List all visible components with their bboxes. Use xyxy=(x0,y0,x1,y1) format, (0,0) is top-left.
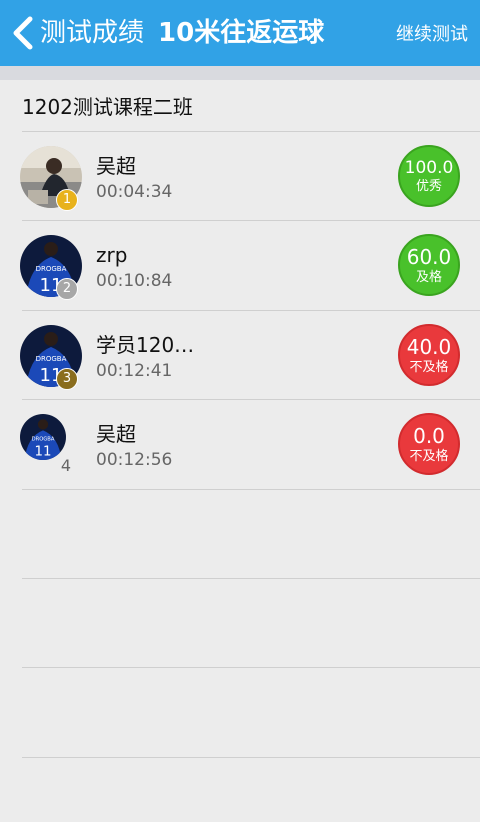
page-title-text: 测试成绩 xyxy=(40,18,145,48)
score-value: 40.0 xyxy=(406,335,452,359)
result-time: 00:12:56 xyxy=(96,450,173,470)
score-value: 0.0 xyxy=(413,424,445,448)
student-name: 学员120… xyxy=(96,333,195,357)
rank-badge: 4 xyxy=(60,456,72,475)
svg-text:11: 11 xyxy=(35,445,52,460)
page-title: 测试成绩 10米往返运球 xyxy=(40,15,324,51)
grade-label: 优秀 xyxy=(415,179,442,194)
student-name: 吴超 xyxy=(96,154,136,178)
score-badge: 0.0 不及格 xyxy=(398,413,460,475)
class-name-label: 1202测试课程二班 xyxy=(22,95,193,119)
result-row[interactable]: 1 吴超 00:04:34 100.0 优秀 xyxy=(0,132,480,220)
result-row[interactable]: DROGBA 11 3 学员120… 00:12:41 40.0 不及格 xyxy=(0,311,480,399)
divider xyxy=(22,757,480,758)
test-name: 10米往返运球 xyxy=(158,18,325,48)
back-button[interactable] xyxy=(8,15,38,51)
chevron-left-icon xyxy=(8,15,38,51)
svg-text:DROGBA: DROGBA xyxy=(36,265,67,273)
student-name: zrp xyxy=(96,243,128,267)
result-row[interactable]: DROGBA 11 2 zrp 00:10:84 60.0 及格 xyxy=(0,221,480,309)
header-shadow-strip xyxy=(0,66,480,80)
score-value: 100.0 xyxy=(404,158,454,178)
rank-badge: 3 xyxy=(56,368,78,390)
grade-label: 不及格 xyxy=(409,360,449,375)
result-row[interactable]: DROGBA 11 4 吴超 00:12:56 0.0 不及格 xyxy=(0,400,480,488)
result-time: 00:12:41 xyxy=(96,361,173,381)
score-badge: 100.0 优秀 xyxy=(398,145,460,207)
divider xyxy=(22,489,480,490)
result-time: 00:04:34 xyxy=(96,182,173,202)
student-name: 吴超 xyxy=(96,422,136,446)
divider xyxy=(22,667,480,668)
continue-test-button[interactable]: 继续测试 xyxy=(396,22,468,48)
result-time: 00:10:84 xyxy=(96,271,173,291)
rank-badge: 1 xyxy=(56,189,78,211)
rank-badge: 2 xyxy=(56,278,78,300)
score-badge: 60.0 及格 xyxy=(398,234,460,296)
score-badge: 40.0 不及格 xyxy=(398,324,460,386)
svg-text:DROGBA: DROGBA xyxy=(32,437,55,443)
divider xyxy=(22,578,480,579)
top-bar: 测试成绩 10米往返运球 继续测试 xyxy=(0,0,480,66)
grade-label: 及格 xyxy=(415,270,442,285)
score-value: 60.0 xyxy=(406,245,452,269)
avatar: DROGBA 11 xyxy=(20,414,66,460)
svg-text:DROGBA: DROGBA xyxy=(36,355,67,363)
grade-label: 不及格 xyxy=(409,449,449,464)
